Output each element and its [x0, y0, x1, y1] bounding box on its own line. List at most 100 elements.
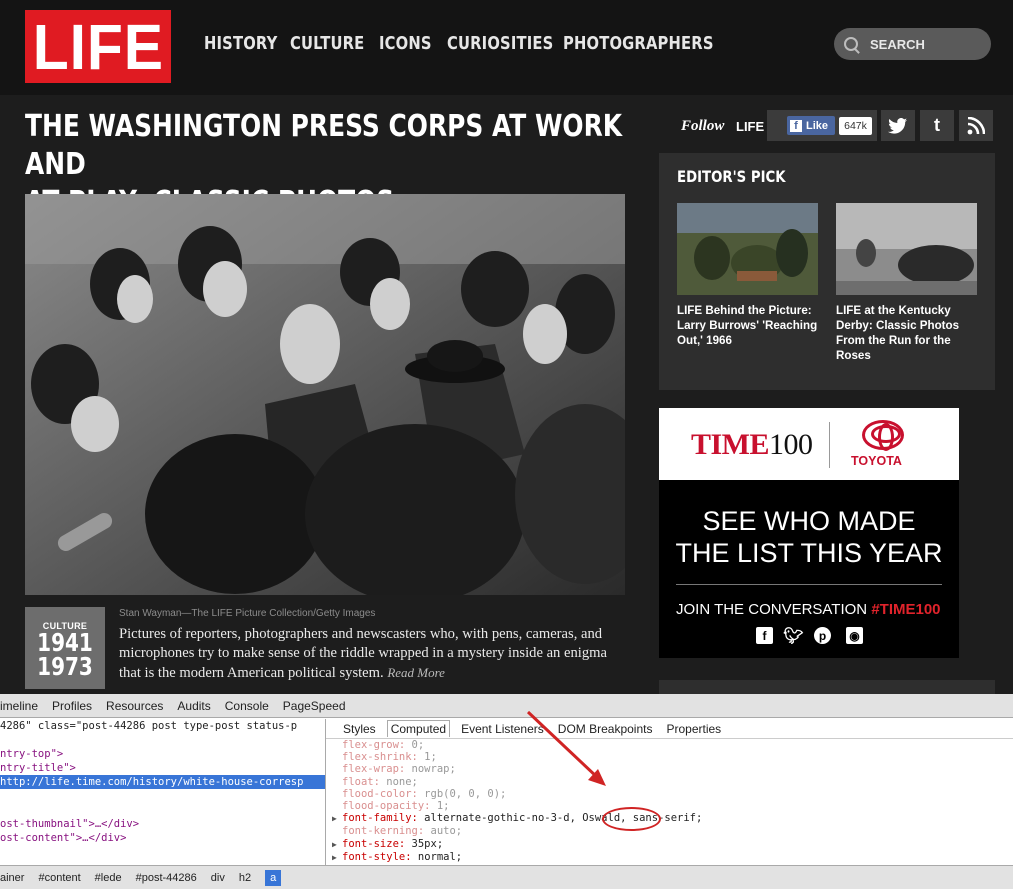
property-value: none; [379, 775, 418, 788]
pinterest-icon[interactable]: p [814, 627, 831, 644]
dom-line[interactable]: 4286" class="post-44286 post type-post s… [0, 719, 325, 733]
computed-property-row[interactable]: ▶ font-family: alternate-gothic-no-3-d, O… [332, 812, 1013, 825]
ad-rule [676, 584, 942, 585]
property-name: float: [342, 775, 380, 788]
tab-profiles[interactable]: Profiles [52, 699, 92, 713]
editors-pick-title: EDITOR'S PICK [677, 167, 786, 186]
top-navigation-bar: LIFE HISTORY CULTURE ICONS CURIOSITIES P… [0, 0, 1013, 95]
pick-title-1[interactable]: LIFE Behind the Picture: Larry Burrows' … [677, 303, 822, 348]
hero-photo[interactable] [25, 194, 625, 595]
time-wordmark: TIME100 [691, 428, 813, 461]
dom-line[interactable]: ntry-top"> [0, 747, 325, 761]
pick-thumbnail-1[interactable] [677, 203, 818, 295]
property-name: flex-grow: [342, 739, 406, 751]
nav-icons[interactable]: ICONS [379, 33, 432, 54]
property-name: font-kerning: [342, 825, 425, 838]
search-box[interactable]: SEARCH [834, 28, 991, 60]
facebook-icon[interactable]: f [756, 627, 773, 644]
subtab-dom-breakpoints[interactable]: DOM Breakpoints [555, 721, 656, 737]
ad-join-text: JOIN THE CONVERSATION #TIME100 [676, 601, 941, 618]
main-nav: HISTORY CULTURE ICONS CURIOSITIES PHOTOG… [204, 33, 713, 54]
nav-photographers[interactable]: PHOTOGRAPHERS [563, 33, 713, 54]
crumb-active[interactable]: a [265, 869, 282, 886]
year-end: 1973 [37, 652, 93, 681]
instagram-icon[interactable]: ◉ [846, 627, 863, 644]
computed-property-row[interactable]: font-kerning: auto; [332, 825, 1013, 837]
article-caption: Pictures of reporters, photographers and… [119, 625, 619, 683]
nav-history[interactable]: HISTORY [204, 33, 277, 54]
logo-text: LIFE [32, 10, 164, 83]
property-value: 35px; [405, 837, 444, 850]
subtab-properties[interactable]: Properties [663, 721, 724, 737]
dom-breadcrumbs: ainer #content #lede #post-44286 div h2 … [0, 865, 1013, 889]
property-name: font-family: [342, 812, 418, 825]
dom-line[interactable]: ost-content">…</div> [0, 831, 325, 845]
photo-credit: Stan Wayman—The LIFE Picture Collection/… [119, 608, 376, 619]
facebook-icon: f [790, 119, 802, 132]
expand-triangle-icon[interactable]: ▶ [332, 852, 342, 864]
search-label: SEARCH [870, 36, 925, 52]
crumb[interactable]: #post-44286 [136, 872, 197, 884]
pick-title-2[interactable]: LIFE at the Kentucky Derby: Classic Phot… [836, 303, 981, 363]
rss-icon[interactable] [959, 110, 993, 141]
read-more-link[interactable]: Read More [387, 665, 445, 680]
tab-timeline[interactable]: imeline [0, 699, 38, 713]
toyota-logo-icon [862, 420, 904, 451]
editors-pick-panel: EDITOR'S PICK LIFE Behind the Picture: L… [659, 153, 995, 390]
dom-line-selected[interactable]: http://life.time.com/history/white-house… [0, 775, 325, 789]
pick-thumbnail-2[interactable] [836, 203, 977, 295]
like-count: 647k [839, 117, 872, 135]
property-value: 0; [405, 739, 425, 751]
ad-headline-2: THE LIST THIS YEAR [675, 538, 943, 568]
twitter-icon[interactable] [881, 110, 915, 141]
subtab-styles[interactable]: Styles [340, 721, 379, 737]
tab-pagespeed[interactable]: PageSpeed [283, 699, 346, 713]
subtab-computed[interactable]: Computed [386, 720, 451, 737]
date-badge: CULTURE 1941 1973 [25, 607, 105, 689]
tab-resources[interactable]: Resources [106, 699, 163, 713]
dom-line[interactable]: ost-thumbnail">…</div> [0, 817, 325, 831]
nav-culture[interactable]: CULTURE [290, 33, 364, 54]
computed-property-row[interactable]: ▶ font-style: normal; [332, 851, 1013, 864]
expand-triangle-icon[interactable]: ▶ [332, 813, 342, 825]
property-value: 1; [417, 751, 437, 764]
crumb[interactable]: #lede [95, 872, 122, 884]
computed-property-row[interactable]: flood-color: rgb(0, 0, 0); [332, 788, 1013, 800]
annotation-circle [602, 807, 661, 831]
dom-line[interactable]: ntry-title"> [0, 761, 325, 775]
tab-audits[interactable]: Audits [177, 699, 210, 713]
property-name: flex-wrap: [342, 763, 406, 776]
crumb[interactable]: #content [38, 872, 80, 884]
dom-tree[interactable]: 4286" class="post-44286 post type-post s… [0, 719, 325, 865]
caption-text: Pictures of reporters, photographers and… [119, 626, 607, 681]
life-logo[interactable]: LIFE [25, 10, 171, 83]
expand-triangle-icon[interactable]: ▶ [332, 839, 342, 851]
computed-property-row[interactable]: flex-grow: 0; [332, 739, 1013, 751]
time100-ad[interactable]: TIME100 TOYOTA SEE WHO MADE THE LIST THI… [659, 408, 959, 658]
ad-divider [829, 422, 830, 468]
property-value: rgb(0, 0, 0); [417, 787, 507, 800]
subtab-event-listeners[interactable]: Event Listeners [458, 721, 547, 737]
crumb[interactable]: div [211, 872, 225, 884]
tumblr-icon[interactable]: t [920, 110, 954, 141]
property-name: flood-color: [342, 787, 418, 800]
computed-property-row[interactable]: flood-opacity: 1; [332, 800, 1013, 812]
computed-property-row[interactable]: float: none; [332, 776, 1013, 788]
computed-property-row[interactable]: flex-wrap: nowrap; [332, 763, 1013, 775]
next-panel-edge [659, 680, 995, 694]
twitter-icon[interactable]: 🐦︎ [783, 627, 803, 645]
computed-property-row[interactable]: ▶ font-size: 35px; [332, 838, 1013, 851]
tab-console[interactable]: Console [225, 699, 269, 713]
facebook-like-button[interactable]: f Like [787, 116, 835, 135]
headline-line-1: THE WASHINGTON PRESS CORPS AT WORK AND [25, 109, 623, 182]
crumb[interactable]: h2 [239, 872, 251, 884]
crumb[interactable]: ainer [0, 872, 24, 884]
devtools-tabs: imeline Profiles Resources Audits Consol… [0, 694, 1013, 718]
computed-property-row[interactable]: flex-shrink: 1; [332, 751, 1013, 763]
property-value: 1; [430, 800, 450, 813]
search-icon [844, 37, 858, 51]
devtools-panel: imeline Profiles Resources Audits Consol… [0, 694, 1013, 889]
property-value: nowrap; [405, 763, 456, 776]
nav-curiosities[interactable]: CURIOSITIES [447, 33, 553, 54]
toyota-wordmark: TOYOTA [851, 454, 902, 468]
